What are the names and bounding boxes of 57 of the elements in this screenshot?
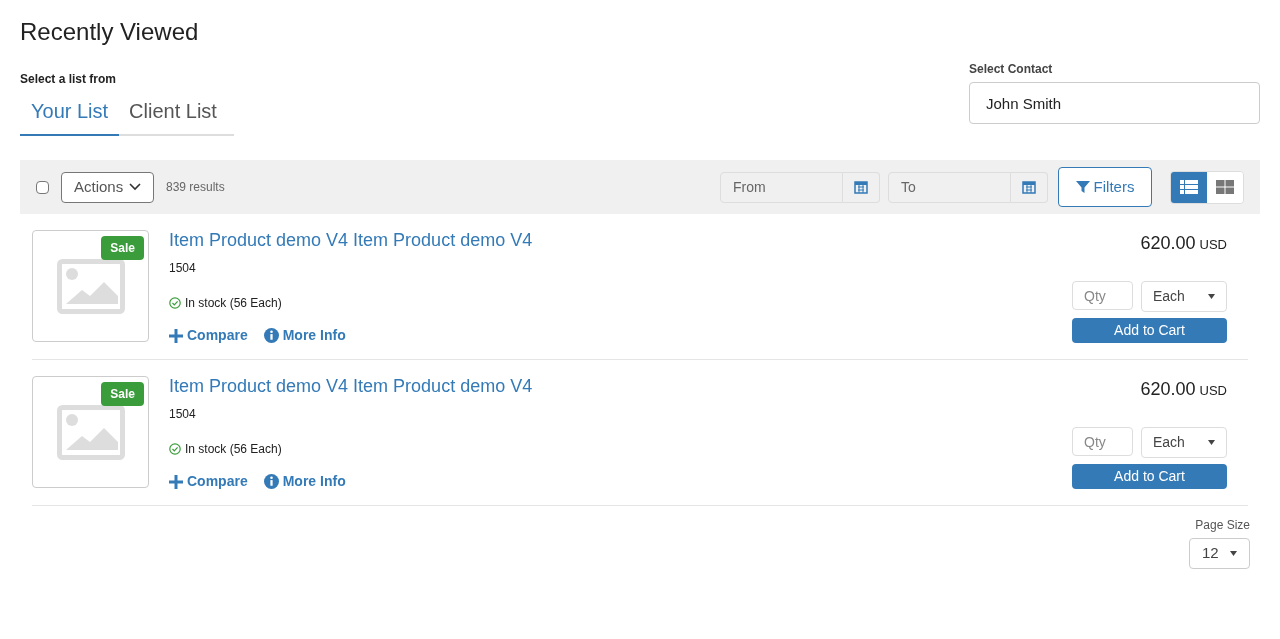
page-size-dropdown[interactable]: 12 [1189, 538, 1250, 569]
select-all-checkbox[interactable] [36, 180, 49, 194]
list-tab[interactable]: Your List [20, 96, 120, 136]
info-icon [263, 474, 279, 489]
image-placeholder-icon [56, 258, 125, 314]
image-placeholder-icon [56, 404, 125, 460]
currency-label: USD [1199, 236, 1227, 254]
info-icon [263, 328, 279, 343]
results-count: 839 results [166, 179, 225, 196]
product-price: 620.00 [1140, 378, 1196, 401]
filter-icon [1075, 180, 1090, 194]
sale-badge: Sale [101, 382, 144, 406]
check-circle-icon [169, 297, 181, 309]
stock-status: In stock (56 Each) [185, 295, 282, 312]
product-name-link[interactable]: Item Product demo V4 Item Product demo V4 [169, 376, 533, 396]
grid-view-button[interactable] [1207, 171, 1243, 203]
add-to-cart-button[interactable]: Add to Cart [1072, 464, 1227, 489]
calendar-button[interactable] [843, 171, 880, 203]
unit-dropdown[interactable]: Each [1141, 281, 1227, 312]
actions-dropdown[interactable]: Actions [61, 171, 154, 203]
filters-button[interactable]: Filters [1058, 167, 1152, 207]
check-circle-icon [169, 443, 181, 455]
product-sku: 1504 [169, 260, 196, 277]
calendar-button[interactable] [1011, 171, 1048, 203]
more-info-link[interactable]: More Info [263, 471, 346, 492]
chevron-down-icon [129, 183, 141, 191]
page-title: Recently Viewed [20, 17, 200, 47]
product-sku: 1504 [169, 406, 196, 423]
list-view-icon [1180, 180, 1198, 194]
list-tab[interactable]: Client List [119, 96, 227, 134]
caret-icon [1208, 294, 1215, 299]
quantity-field[interactable]: Qty [1072, 427, 1133, 456]
compare-link[interactable]: Compare [169, 325, 248, 346]
currency-label: USD [1199, 382, 1227, 400]
from-date-field[interactable]: From [720, 171, 843, 203]
calendar-icon [854, 180, 868, 194]
unit-dropdown[interactable]: Each [1141, 427, 1227, 458]
quantity-field[interactable]: Qty [1072, 281, 1133, 310]
grid-view-icon [1216, 180, 1234, 194]
caret-icon [1230, 551, 1237, 556]
plus-icon [169, 474, 183, 489]
add-to-cart-button[interactable]: Add to Cart [1072, 318, 1227, 343]
contact-field[interactable]: John Smith [969, 82, 1260, 124]
product-price: 620.00 [1140, 232, 1196, 255]
list-view-button[interactable] [1171, 171, 1207, 203]
calendar-icon [1022, 180, 1036, 194]
list-label: Select a list from [20, 71, 118, 88]
stock-status: In stock (56 Each) [185, 441, 282, 458]
sale-badge: Sale [101, 236, 144, 260]
compare-link[interactable]: Compare [169, 471, 248, 492]
contact-label: Select Contact [969, 61, 1054, 78]
more-info-link[interactable]: More Info [263, 325, 346, 346]
product-name-link[interactable]: Item Product demo V4 Item Product demo V4 [169, 230, 533, 250]
page-size-label: Page Size [1195, 517, 1250, 534]
to-date-field[interactable]: To [888, 171, 1011, 203]
plus-icon [169, 328, 183, 343]
caret-icon [1208, 440, 1215, 445]
